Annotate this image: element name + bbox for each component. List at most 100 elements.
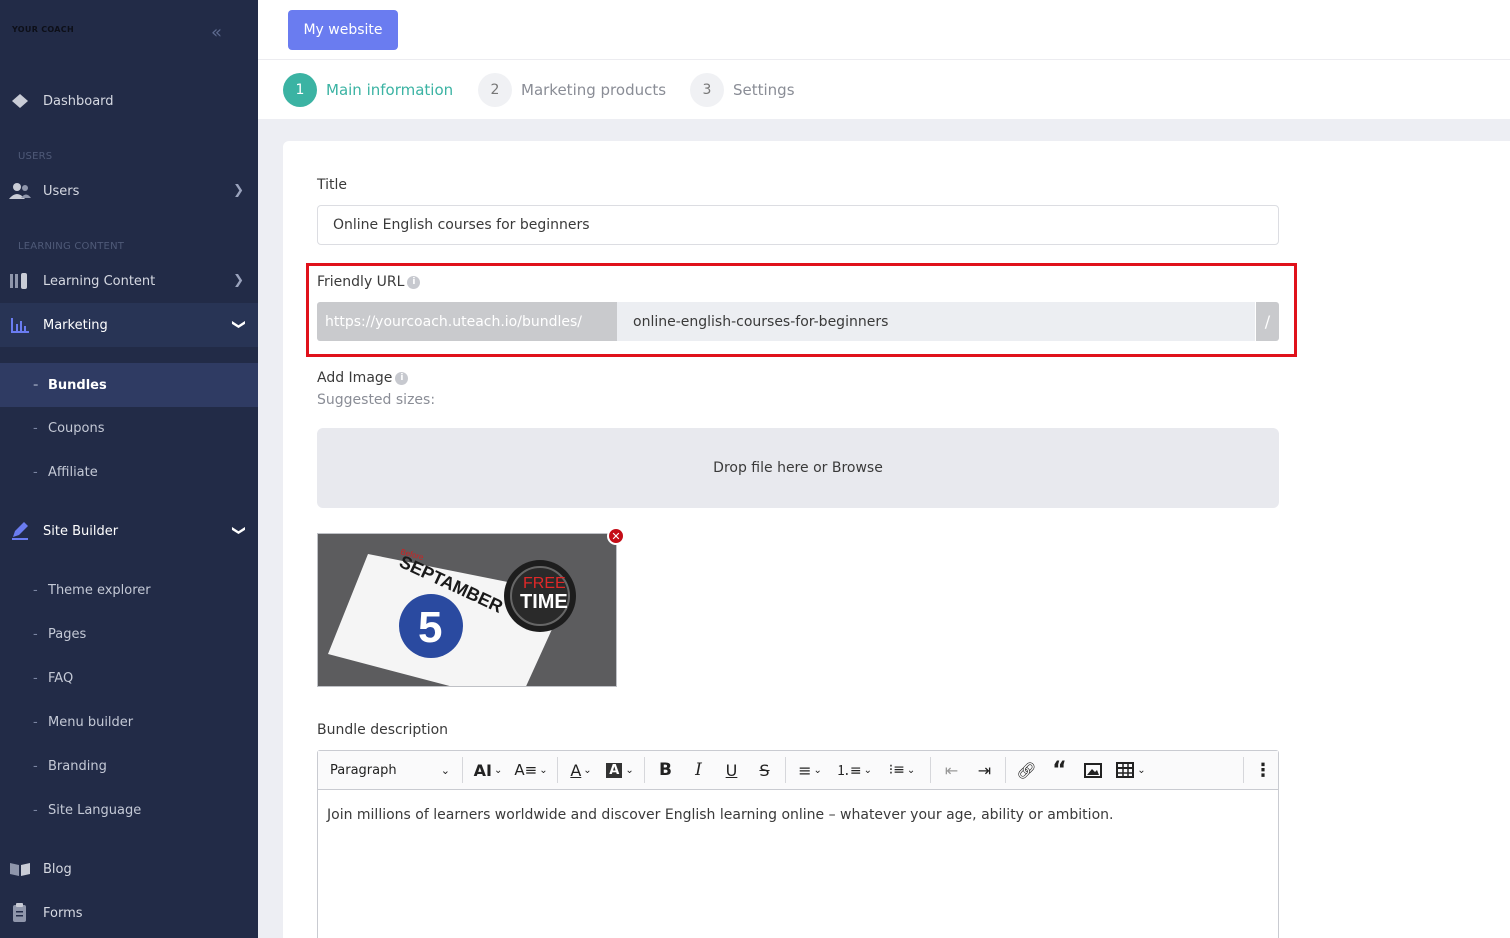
sidebar-sub-item-label: Site Language: [48, 802, 142, 818]
friendly-url-label: Friendly URL i: [317, 274, 421, 290]
step-settings[interactable]: 3 Settings: [690, 73, 795, 107]
add-image-label-text: Add Image: [317, 370, 393, 386]
font-color-icon[interactable]: A ⌄: [562, 751, 600, 790]
sidebar-sub-item-affiliate[interactable]: - Affiliate: [0, 450, 258, 494]
sidebar-sub-item-bundles[interactable]: - Bundles: [0, 363, 258, 407]
editor-toolbar: Paragraph ⌄ AI ⌄ A≡ ⌄ A ⌄ A ⌄ B I U S ≡ ⌄ ⒈≡ ⌄…: [318, 751, 1278, 790]
toolbar-separator: [930, 757, 931, 783]
toolbar-separator: [557, 757, 558, 783]
image-icon[interactable]: [1076, 751, 1109, 790]
step-label: Marketing products: [521, 81, 667, 99]
url-suffix: /: [1256, 302, 1279, 341]
sidebar-sub-item-branding[interactable]: - Branding: [0, 744, 258, 788]
step-label: Settings: [733, 81, 795, 99]
sidebar-sub-item-label: Bundles: [48, 377, 107, 393]
step-number: 3: [690, 73, 724, 107]
dropzone-text: Drop file here or Browse: [713, 460, 883, 476]
sidebar-sub-item-label: FAQ: [48, 670, 74, 686]
outdent-icon[interactable]: ⇤: [935, 751, 968, 790]
info-icon[interactable]: i: [395, 371, 409, 385]
top-bar: My website: [258, 0, 1510, 60]
sidebar-sub-item-label: Affiliate: [48, 464, 98, 480]
toolbar-separator: [462, 757, 463, 783]
font-family-icon[interactable]: A≡ ⌄: [509, 751, 553, 790]
sidebar-item-label: Blog: [43, 861, 72, 877]
sidebar-sub-item-label: Menu builder: [48, 714, 134, 730]
sidebar-item-label: Dashboard: [43, 93, 114, 109]
layers-icon: [12, 94, 28, 108]
font-size-icon[interactable]: AI ⌄: [467, 751, 509, 790]
sidebar-sub-item-pages[interactable]: - Pages: [0, 612, 258, 656]
info-icon[interactable]: i: [407, 275, 421, 289]
chevron-down-icon: ❯: [231, 525, 247, 536]
chevron-down-icon: ❯: [231, 319, 247, 330]
dash-marker: -: [33, 714, 38, 730]
sidebar-sub-item-label: Theme explorer: [48, 582, 151, 598]
sidebar: YOUR COACH « Dashboard USERS Users ❯ LEA…: [0, 0, 258, 938]
step-main-information[interactable]: 1 Main information: [283, 73, 453, 107]
sidebar-item-dashboard[interactable]: Dashboard: [0, 79, 258, 123]
bundle-description-label: Bundle description: [317, 722, 449, 738]
friendly-url-label-text: Friendly URL: [317, 274, 405, 290]
background-color-icon[interactable]: A ⌄: [600, 751, 640, 790]
sidebar-item-site-builder[interactable]: Site Builder ❯: [0, 509, 258, 553]
sidebar-sub-item-faq[interactable]: - FAQ: [0, 656, 258, 700]
dash-marker: -: [33, 582, 38, 598]
sidebar-item-marketing[interactable]: Marketing ❯: [0, 303, 258, 347]
sidebar-sub-item-menu-builder[interactable]: - Menu builder: [0, 700, 258, 744]
numbered-list-icon[interactable]: ⒈≡ ⌄: [830, 751, 878, 790]
table-icon[interactable]: ⌄: [1109, 751, 1153, 790]
quote-icon[interactable]: “: [1043, 751, 1076, 790]
books-icon: [10, 273, 27, 289]
chevron-down-icon: ⌄: [440, 763, 450, 777]
dash-marker: -: [33, 626, 38, 642]
sidebar-sub-item-theme-explorer[interactable]: - Theme explorer: [0, 568, 258, 612]
sidebar-item-learning-content[interactable]: Learning Content ❯: [0, 259, 258, 303]
sidebar-item-blog[interactable]: Blog: [0, 847, 258, 891]
dash-marker: -: [33, 420, 38, 436]
uploaded-image-thumbnail: Before SEPTAMBER 5 FREE TIME: [317, 533, 617, 687]
image-dropzone[interactable]: Drop file here or Browse: [317, 428, 1279, 508]
bold-icon[interactable]: B: [649, 751, 682, 790]
more-options-icon[interactable]: ⋮: [1248, 751, 1278, 790]
toolbar-separator: [644, 757, 645, 783]
close-icon[interactable]: ✕: [607, 527, 625, 545]
step-marketing-products[interactable]: 2 Marketing products: [478, 73, 666, 107]
sidebar-sub-item-coupons[interactable]: - Coupons: [0, 406, 258, 450]
sidebar-item-label: Users: [43, 183, 80, 199]
book-open-icon: [10, 863, 30, 876]
dash-marker: -: [33, 377, 39, 393]
step-number: 2: [478, 73, 512, 107]
sidebar-item-label: Forms: [43, 905, 83, 921]
chevron-right-icon: ❯: [233, 183, 244, 198]
strikethrough-icon[interactable]: S: [748, 751, 781, 790]
friendly-url-input[interactable]: [617, 302, 1255, 341]
pencil-icon: [12, 522, 28, 540]
dash-marker: -: [33, 758, 38, 774]
rich-text-editor[interactable]: Paragraph ⌄ AI ⌄ A≡ ⌄ A ⌄ A ⌄ B I U S ≡ ⌄ ⒈≡ ⌄…: [317, 750, 1279, 938]
image-clock-line2: TIME: [520, 591, 568, 613]
my-website-button[interactable]: My website: [288, 10, 398, 50]
step-number: 1: [283, 73, 317, 107]
align-icon[interactable]: ≡ ⌄: [790, 751, 830, 790]
bulleted-list-icon[interactable]: ⁝≡ ⌄: [878, 751, 926, 790]
double-chevron-left-icon[interactable]: «: [211, 22, 222, 43]
sidebar-item-users[interactable]: Users ❯: [0, 169, 258, 213]
sidebar-sub-item-label: Pages: [48, 626, 87, 642]
paragraph-format-select[interactable]: Paragraph ⌄: [318, 751, 458, 790]
paragraph-format-label: Paragraph: [330, 762, 397, 778]
italic-icon[interactable]: I: [682, 751, 715, 790]
link-icon[interactable]: 🔗︎: [1010, 751, 1043, 790]
sidebar-sub-item-site-language[interactable]: - Site Language: [0, 788, 258, 832]
sidebar-item-forms[interactable]: Forms: [0, 891, 258, 935]
dash-marker: -: [33, 802, 38, 818]
sidebar-item-label: Site Builder: [43, 523, 119, 539]
sidebar-sub-item-label: Coupons: [48, 420, 105, 436]
bar-chart-icon: [11, 318, 29, 333]
section-label-users: USERS: [18, 151, 53, 162]
title-input[interactable]: [317, 205, 1279, 245]
url-prefix: https://yourcoach.uteach.io/bundles/: [317, 302, 617, 341]
editor-content[interactable]: Join millions of learners worldwide and …: [327, 807, 1113, 823]
indent-icon[interactable]: ⇥: [968, 751, 1001, 790]
underline-icon[interactable]: U: [715, 751, 748, 790]
